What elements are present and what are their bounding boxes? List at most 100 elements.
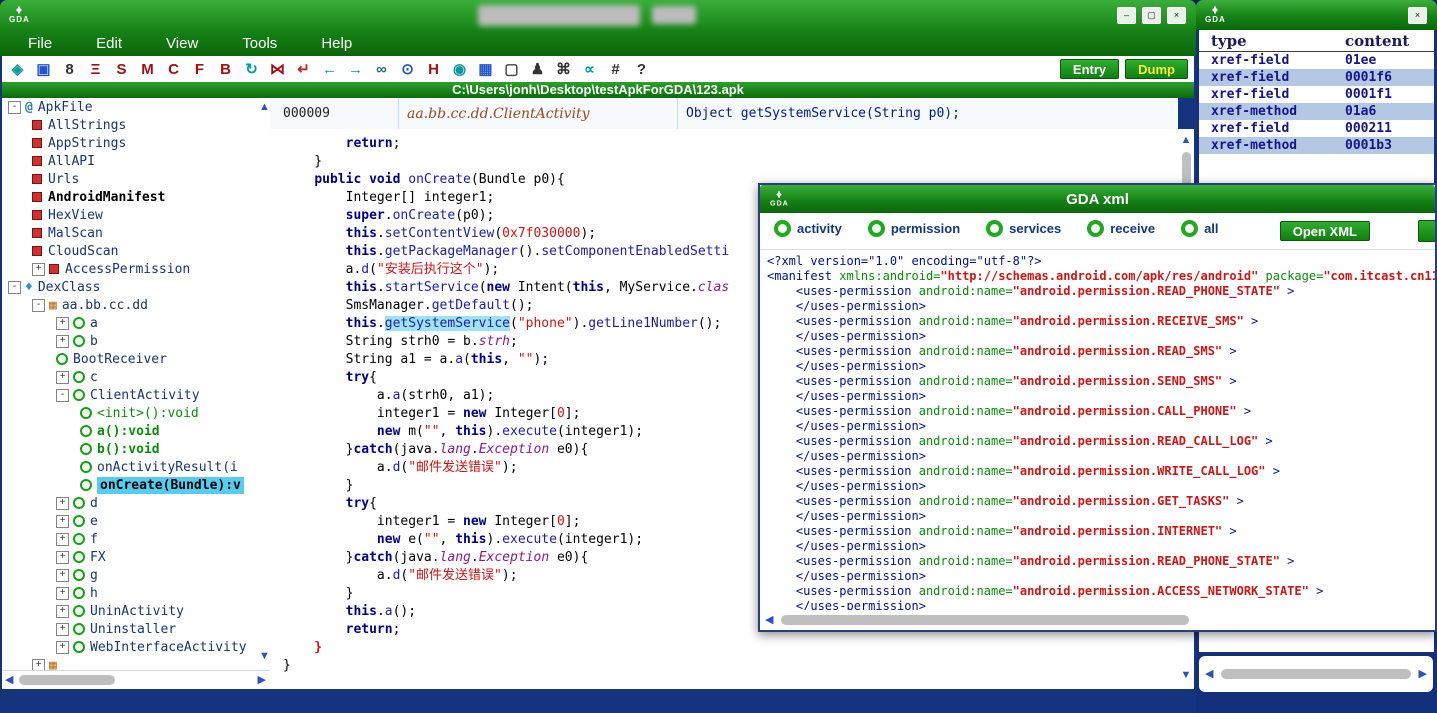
expander-icon[interactable]: +: [32, 263, 45, 276]
expander-icon[interactable]: +: [56, 605, 69, 618]
filter-activity[interactable]: activity: [774, 220, 842, 237]
f-icon[interactable]: F: [190, 61, 209, 78]
tree-item[interactable]: +▦: [2, 656, 270, 670]
scroll-down-icon[interactable]: ▼: [1181, 670, 1192, 681]
expander-icon[interactable]: +: [56, 533, 69, 546]
tree-item[interactable]: +f: [2, 530, 270, 548]
c-icon[interactable]: C: [164, 61, 183, 78]
tree-item[interactable]: b():void: [2, 440, 270, 458]
expander-icon[interactable]: +: [32, 659, 45, 671]
xml-horizontal-scrollbar[interactable]: ◀: [760, 610, 1435, 630]
forward-arrow-icon[interactable]: →: [346, 61, 365, 78]
expander-icon[interactable]: +: [56, 371, 69, 384]
expander-icon[interactable]: +: [56, 317, 69, 330]
tree-item[interactable]: AllStrings: [2, 116, 270, 134]
xref-close-button[interactable]: ×: [1408, 7, 1427, 24]
strings-icon[interactable]: Ξ: [86, 61, 105, 78]
android-icon[interactable]: ♟: [528, 60, 547, 78]
tree-item[interactable]: +Uninstaller: [2, 620, 270, 638]
menu-file[interactable]: File: [6, 35, 74, 52]
expander-icon[interactable]: +: [56, 623, 69, 636]
expander-icon[interactable]: +: [56, 515, 69, 528]
xref-row[interactable]: xref-method01a6: [1199, 103, 1434, 120]
maximize-button[interactable]: ▢: [1142, 7, 1161, 24]
tree-item[interactable]: +c: [2, 368, 270, 386]
m-icon[interactable]: M: [138, 61, 157, 78]
tree-item[interactable]: +AccessPermission: [2, 260, 270, 278]
tree-horizontal-scrollbar[interactable]: ◀ ▶: [2, 670, 270, 689]
scroll-right-icon[interactable]: ▶: [258, 675, 266, 686]
tree-item[interactable]: +a: [2, 314, 270, 332]
chain-icon[interactable]: ∝: [580, 60, 599, 78]
expander-icon[interactable]: +: [56, 641, 69, 654]
partial-button[interactable]: [1418, 220, 1435, 242]
return-arrow-icon[interactable]: ↵: [294, 60, 313, 78]
scroll-right-icon[interactable]: ▶: [1419, 669, 1427, 680]
grid-icon[interactable]: ▦: [476, 60, 495, 78]
h-icon[interactable]: H: [424, 61, 443, 78]
xref-row[interactable]: xref-field0001f1: [1199, 86, 1434, 103]
tree-item[interactable]: onActivityResult(i: [2, 458, 270, 476]
xref-row[interactable]: xref-field0001f6: [1199, 69, 1434, 86]
tree-item[interactable]: -ClientActivity: [2, 386, 270, 404]
tree-item[interactable]: <init>():void: [2, 404, 270, 422]
tree-item[interactable]: +e: [2, 512, 270, 530]
tree-item[interactable]: CloudScan: [2, 242, 270, 260]
hook-icon[interactable]: ↻: [242, 60, 261, 78]
eye-icon[interactable]: ◉: [450, 60, 469, 78]
expander-icon[interactable]: -: [32, 299, 45, 312]
s-icon[interactable]: S: [112, 61, 131, 78]
scroll-left-icon[interactable]: ◀: [765, 615, 773, 626]
close-button[interactable]: ×: [1167, 7, 1186, 24]
command-icon[interactable]: ⌘: [554, 60, 573, 78]
tree-item[interactable]: +FX: [2, 548, 270, 566]
back-arrow-icon[interactable]: ←: [320, 61, 339, 78]
tree-item[interactable]: a():void: [2, 422, 270, 440]
tree-item[interactable]: -▦aa.bb.cc.dd: [2, 296, 270, 314]
tree-item[interactable]: MalScan: [2, 224, 270, 242]
filter-permission[interactable]: permission: [868, 220, 960, 237]
tree-item[interactable]: +UninActivity: [2, 602, 270, 620]
open-xml-button[interactable]: Open XML: [1280, 221, 1370, 241]
tree-item[interactable]: AndroidManifest: [2, 188, 270, 206]
filter-all[interactable]: all: [1181, 220, 1218, 237]
monitor-icon[interactable]: ▢: [502, 60, 521, 78]
scroll-left-icon[interactable]: ◀: [1205, 669, 1213, 680]
menu-help[interactable]: Help: [299, 35, 374, 52]
apk-icon[interactable]: ◈: [8, 60, 27, 78]
hash-icon[interactable]: #: [606, 61, 625, 78]
expander-icon[interactable]: +: [56, 587, 69, 600]
expander-icon[interactable]: +: [56, 497, 69, 510]
scroll-left-icon[interactable]: ◀: [5, 675, 13, 686]
tree-item[interactable]: AppStrings: [2, 134, 270, 152]
filter-services[interactable]: services: [986, 220, 1061, 237]
search-icon[interactable]: ⊙: [398, 60, 417, 78]
manifest-xml-view[interactable]: <?xml version="1.0" encoding="utf-8"?><m…: [760, 249, 1435, 610]
scroll-down-icon[interactable]: ▼: [259, 651, 270, 662]
menu-edit[interactable]: Edit: [74, 35, 144, 52]
tree-item[interactable]: -♦DexClass: [2, 278, 270, 296]
tree-item[interactable]: BootReceiver: [2, 350, 270, 368]
menu-view[interactable]: View: [144, 35, 220, 52]
b-icon[interactable]: B: [216, 61, 235, 78]
expander-icon[interactable]: -: [8, 101, 21, 114]
tree-item[interactable]: +WebInterfaceActivity: [2, 638, 270, 656]
binoculars-icon[interactable]: ∞: [372, 61, 391, 78]
link-8-icon[interactable]: 8: [60, 61, 79, 78]
scroll-thumb[interactable]: [19, 675, 115, 685]
xref-row[interactable]: xref-method0001b3: [1199, 137, 1434, 154]
tree-item[interactable]: +d: [2, 494, 270, 512]
scroll-thumb[interactable]: [1221, 669, 1410, 679]
expander-icon[interactable]: +: [56, 569, 69, 582]
tree-item[interactable]: Urls: [2, 170, 270, 188]
tree-item[interactable]: HexView: [2, 206, 270, 224]
tree-item[interactable]: onCreate(Bundle):v: [2, 476, 270, 494]
menu-tools[interactable]: Tools: [220, 35, 299, 52]
filter-receive[interactable]: receive: [1087, 220, 1155, 237]
expander-icon[interactable]: +: [56, 335, 69, 348]
scroll-thumb[interactable]: [781, 615, 1189, 625]
expander-icon[interactable]: -: [8, 281, 21, 294]
help-icon[interactable]: ?: [632, 61, 651, 78]
expander-icon[interactable]: +: [56, 551, 69, 564]
entry-button[interactable]: Entry: [1060, 59, 1119, 79]
